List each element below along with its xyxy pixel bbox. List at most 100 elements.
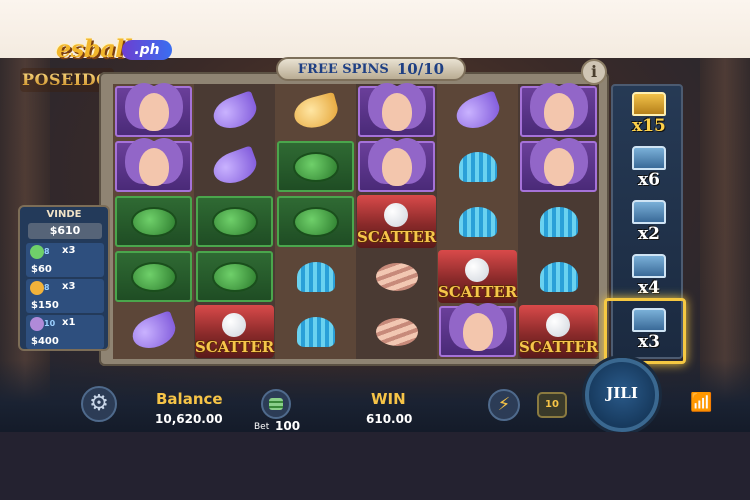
treasure-chest-icon: [632, 200, 666, 224]
auto-spin-button[interactable]: 10: [537, 392, 567, 418]
pink-shell-symbol: [375, 317, 418, 346]
paytable-multiplier: x3: [62, 281, 76, 292]
multiplier-chest: x6: [620, 144, 678, 190]
reel-cell: SCATTER: [518, 304, 599, 359]
reel-cell: [356, 84, 437, 139]
mermaid-symbol: [358, 86, 435, 137]
reel-cell: [518, 84, 599, 139]
reel-cell: SCATTER: [437, 249, 518, 304]
blue-shell-symbol: [296, 261, 335, 292]
multiplier-chest: x2: [620, 198, 678, 244]
reel-cell: [437, 304, 518, 359]
turtle-shell: [211, 261, 258, 292]
mermaid-symbol: [115, 86, 192, 137]
blue-shell-symbol: [539, 206, 578, 237]
turtle-symbol: [196, 196, 273, 247]
game-screen: esball .ph POSEIDON SCATTER SCATTER SCATTE…: [0, 0, 750, 432]
mermaid-face: [138, 92, 169, 131]
balance-label: Balance: [156, 390, 223, 408]
bet-label: Bet: [254, 422, 270, 432]
reel-cell: [113, 139, 194, 194]
treasure-chest-icon: [632, 92, 666, 116]
free-spins-label: FREE SPINS: [297, 61, 389, 77]
multiplier-chest: x15: [620, 90, 678, 136]
pearl-icon: [384, 203, 408, 227]
multiplier-label: x6: [638, 170, 660, 190]
gold-shell-symbol: [290, 91, 341, 132]
mermaid-face: [381, 147, 412, 186]
turtle-shell: [292, 206, 339, 237]
purple-shell-symbol: [208, 89, 261, 134]
active-multiplier-highlight: [604, 298, 686, 364]
reel-cell: [518, 139, 599, 194]
spin-button-label: JILI: [606, 384, 638, 402]
reel-cell: [518, 194, 599, 249]
pink-shell-symbol: [375, 262, 418, 291]
chip-stack-icon[interactable]: [261, 389, 291, 419]
reel-cell: [113, 304, 194, 359]
spin-button[interactable]: JILI: [585, 358, 659, 432]
mermaid-symbol: [520, 86, 597, 137]
paytable-row: 8 x3 $60: [26, 243, 104, 277]
turtle-symbol: [115, 251, 192, 302]
turtle-shell: [130, 206, 177, 237]
multiplier-label: x4: [638, 278, 660, 298]
bet-value: 100: [275, 419, 301, 432]
reel-cell: [113, 84, 194, 139]
bottom-empty-area: [0, 432, 750, 500]
paytable-value: $60: [31, 264, 52, 275]
free-spins-count: 10/10: [396, 60, 445, 78]
reel-cell: SCATTER: [194, 304, 275, 359]
gold-shell-icon: [30, 281, 44, 295]
balance-value: 10,620.00: [155, 412, 223, 426]
site-logo-suffix: .ph: [122, 40, 172, 60]
mermaid-symbol: [115, 141, 192, 192]
treasure-chest-icon: [632, 146, 666, 170]
paytable-multiplier: x3: [62, 245, 76, 256]
reel-cell: [356, 139, 437, 194]
pearl-icon: [222, 313, 246, 337]
reel-cell: [275, 304, 356, 359]
reel-cell: [194, 249, 275, 304]
scatter-label: SCATTER: [195, 338, 275, 356]
purple-shell-symbol: [127, 309, 180, 354]
gear-icon[interactable]: ⚙: [81, 386, 117, 422]
lightning-icon[interactable]: ⚡: [488, 389, 520, 421]
reel-cell: [275, 249, 356, 304]
paytable-title: VINDE: [46, 209, 82, 220]
turtle-symbol: [277, 141, 354, 192]
mermaid-icon: [30, 317, 44, 331]
turtle-symbol: [196, 251, 273, 302]
reel-cell: [194, 194, 275, 249]
turtle-shell: [292, 151, 339, 182]
mermaid-face: [543, 92, 574, 131]
pearl-icon: [546, 313, 570, 337]
blue-shell-symbol: [458, 151, 497, 182]
turtle-shell: [211, 206, 258, 237]
purple-shell-symbol: [451, 89, 504, 134]
scatter-symbol: SCATTER: [195, 305, 274, 358]
scatter-symbol: SCATTER: [519, 305, 598, 358]
scatter-label: SCATTER: [438, 283, 518, 301]
reel-cell: [275, 194, 356, 249]
free-spins-banner: FREE SPINS 10/10: [276, 57, 466, 81]
reel-cell: [437, 84, 518, 139]
mermaid-face: [381, 92, 412, 131]
mermaid-face: [138, 147, 169, 186]
reel-cell: [194, 84, 275, 139]
reel-cell: [113, 249, 194, 304]
scatter-symbol: SCATTER: [357, 195, 436, 248]
site-logo: esball: [56, 34, 133, 63]
reel-cell: [194, 139, 275, 194]
paytable-row: 10 x1 $400: [26, 315, 104, 349]
reel-cell: [518, 249, 599, 304]
reel-cell: [356, 304, 437, 359]
turtle-shell: [130, 261, 177, 292]
mermaid-face: [462, 312, 493, 351]
scatter-label: SCATTER: [519, 338, 599, 356]
info-button[interactable]: i: [581, 59, 607, 85]
purple-shell-symbol: [208, 144, 261, 189]
paytable-multiplier: x1: [62, 317, 76, 328]
turtle-symbol: [115, 196, 192, 247]
scatter-label: SCATTER: [357, 228, 437, 246]
